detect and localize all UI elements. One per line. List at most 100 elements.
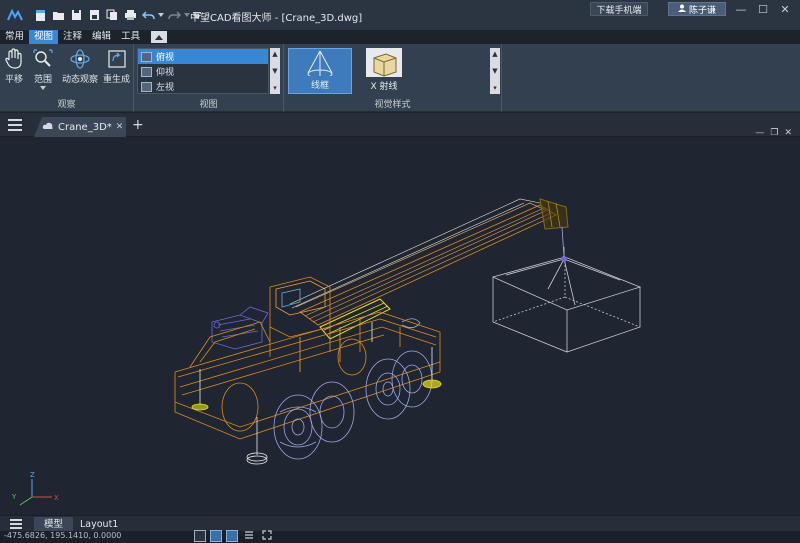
layout-tab-bar: 模型 Layout1 (0, 515, 800, 532)
outrigger-jacks (191, 322, 442, 465)
user-name: 陈子谦 (688, 5, 716, 16)
orbit-button[interactable]: 动态观察 (62, 48, 98, 85)
crane-chassis (174, 311, 441, 440)
pan-label: 平移 (4, 75, 23, 85)
zoom-extents-icon (32, 48, 54, 70)
viewport-restore-icon[interactable]: ❐ (770, 128, 778, 138)
view-item-label: 俯视 (156, 53, 175, 63)
view-item-left[interactable]: 左视 (138, 79, 268, 94)
style-wireframe-label: 线框 (310, 81, 329, 91)
observe-group: 平移 范围 动态观察 重生成 观察 (0, 44, 134, 112)
orbit-label: 动态观察 (62, 75, 99, 85)
close-window-button[interactable]: ✕ (774, 1, 796, 17)
view-item-label: 仰视 (156, 68, 175, 78)
add-tab-button[interactable]: + (132, 117, 144, 133)
view-item-label: 左视 (156, 83, 175, 93)
viewport-controls: — ❐ ✕ (755, 128, 792, 138)
tab-annotate[interactable]: 注释 (58, 30, 87, 44)
pan-button[interactable]: 平移 (3, 48, 25, 85)
expand-gallery-icon[interactable]: ▾ (493, 84, 497, 92)
style-xray[interactable]: X 射线 (352, 48, 416, 94)
grid-toggle-icon[interactable] (194, 530, 206, 542)
visual-styles-group: 线框 X 射线 ▲ ▼ ▾ 视觉样式 (284, 44, 502, 112)
tab-view[interactable]: 视图 (29, 30, 59, 44)
undo-dropdown-icon[interactable] (158, 7, 164, 23)
cloud-icon (42, 122, 54, 133)
view-list: 俯视 仰视 左视 (137, 48, 269, 94)
bottom-view-icon (141, 66, 152, 77)
copy-icon[interactable] (104, 7, 120, 23)
cursor-coordinates: -475.6826, 195.1410, 0.0000 (4, 531, 122, 540)
views-group: 俯视 仰视 左视 ▲ ▼ ▾ 视图 (134, 44, 284, 112)
view-item-top[interactable]: 俯视 (138, 49, 268, 64)
close-tab-icon[interactable]: ✕ (116, 122, 124, 132)
user-avatar-icon (677, 4, 686, 15)
orbit-icon (69, 48, 91, 70)
tab-tools[interactable]: 工具 (116, 30, 145, 44)
print-icon[interactable] (122, 7, 138, 23)
layout-menu-icon[interactable] (10, 519, 22, 529)
redo-icon[interactable] (166, 7, 182, 23)
left-view-icon (141, 81, 152, 92)
top-view-icon (141, 51, 152, 62)
document-tab-bar: Crane_3D* ✕ + (0, 113, 800, 137)
regen-button[interactable]: 重生成 (103, 48, 130, 85)
view-list-scroll[interactable]: ▲ ▼ ▾ (270, 48, 280, 94)
regen-label: 重生成 (103, 75, 131, 85)
wireframe-load-box (491, 247, 642, 353)
user-account-button[interactable]: 陈子谦 (668, 2, 726, 16)
style-gallery-scroll[interactable]: ▲ ▼ ▾ (490, 48, 500, 94)
title-bar: 中望CAD看图大师 - [Crane_3D.dwg] 下载手机端 陈子谦 — ☐… (0, 0, 800, 30)
lineweight-icon[interactable] (244, 530, 256, 542)
save-as-icon[interactable] (86, 7, 102, 23)
style-xray-label: X 射线 (370, 82, 398, 92)
tab-edit[interactable]: 编辑 (87, 30, 116, 44)
scroll-up-icon[interactable]: ▲ (272, 50, 277, 58)
document-tab[interactable]: Crane_3D* ✕ (34, 117, 126, 137)
ribbon-panel: 平移 范围 动态观察 重生成 观察 俯视 仰视 左视 ▲ ▼ ▾ 视图 线框 X… (0, 44, 800, 112)
maximize-button[interactable]: ☐ (752, 1, 774, 17)
style-wireframe[interactable]: 线框 (288, 48, 352, 94)
open-folder-icon[interactable] (50, 7, 66, 23)
visual-styles-group-label: 视觉样式 (374, 100, 411, 110)
xray-cube-icon (366, 48, 402, 77)
ribbon-collapse-icon[interactable] (151, 31, 168, 43)
viewport-close-icon[interactable]: ✕ (784, 128, 792, 138)
ucs-axis-icon: Z X Y (11, 471, 59, 506)
download-mobile-button[interactable]: 下载手机端 (590, 2, 648, 16)
scroll-up-icon[interactable]: ▲ (492, 50, 497, 58)
fullscreen-icon[interactable] (262, 530, 274, 542)
tab-model[interactable]: 模型 (34, 517, 74, 532)
expand-gallery-icon[interactable]: ▾ (273, 84, 277, 92)
svg-text:Z: Z (30, 471, 35, 479)
undo-icon[interactable] (140, 7, 156, 23)
svg-text:X: X (54, 494, 59, 502)
zoom-extents-button[interactable]: 范围 (32, 48, 54, 90)
crane-hydraulics (211, 306, 421, 350)
snap-toggle-icon[interactable] (210, 530, 222, 542)
zoom-dropdown-icon[interactable] (40, 86, 46, 90)
svg-text:Y: Y (11, 493, 17, 501)
ortho-toggle-icon[interactable] (226, 530, 238, 542)
regen-icon (106, 48, 128, 70)
quick-access-toolbar (32, 7, 202, 23)
tab-layout1[interactable]: Layout1 (70, 517, 128, 532)
views-group-label: 视图 (199, 100, 218, 110)
hand-icon (3, 48, 25, 70)
tab-home[interactable]: 常用 (0, 30, 29, 44)
ribbon-tabs: 常用 视图 注释 编辑 工具 (0, 30, 168, 44)
scroll-down-icon[interactable]: ▼ (272, 67, 277, 75)
viewport-minimize-icon[interactable]: — (755, 128, 764, 138)
save-icon[interactable] (68, 7, 84, 23)
drawing-canvas[interactable]: Z X Y (0, 137, 800, 515)
view-item-bottom[interactable]: 仰视 (138, 64, 268, 79)
new-file-icon[interactable] (32, 7, 48, 23)
minimize-button[interactable]: — (730, 1, 752, 17)
app-logo-icon[interactable] (4, 4, 26, 26)
observe-group-label: 观察 (57, 100, 76, 110)
document-menu-icon[interactable] (8, 119, 22, 131)
scroll-down-icon[interactable]: ▼ (492, 67, 497, 75)
status-bar: -475.6826, 195.1410, 0.0000 (0, 530, 800, 543)
zoom-extents-label: 范围 (33, 75, 52, 85)
crane-3d-drawing: Z X Y (11, 198, 642, 506)
